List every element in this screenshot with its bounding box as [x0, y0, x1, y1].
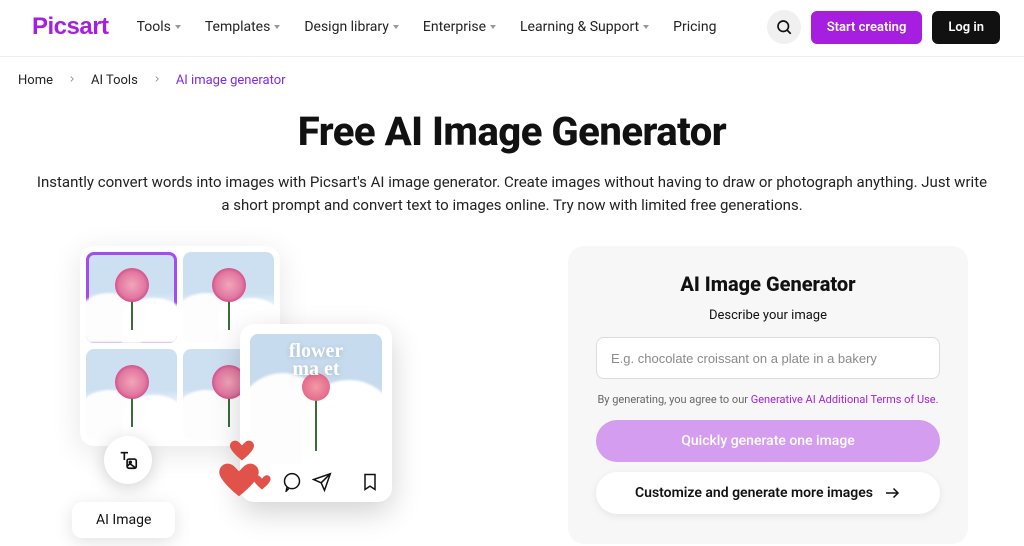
- demo-illustration: flower ma et AI Image: [80, 246, 480, 546]
- nav-tools[interactable]: Tools: [137, 19, 181, 35]
- heart-icon: [216, 456, 262, 502]
- terms-link[interactable]: Generative AI Additional Terms of Use.: [751, 393, 939, 406]
- top-nav: Picsart Tools Templates Design library E…: [0, 0, 1024, 57]
- start-creating-button[interactable]: Start creating: [811, 11, 923, 44]
- arrow-right-icon: [883, 484, 901, 502]
- content-row: flower ma et AI Image AI Image Generator…: [0, 216, 1024, 546]
- page-title: Free AI Image Generator: [24, 108, 1000, 155]
- chevron-down-icon: [393, 25, 399, 29]
- share-icon[interactable]: [312, 472, 332, 492]
- nav-templates[interactable]: Templates: [205, 19, 281, 35]
- customize-generate-button[interactable]: Customize and generate more images: [596, 472, 940, 514]
- social-image: flower ma et: [250, 334, 382, 464]
- nav-label: Learning & Support: [520, 19, 639, 35]
- hero: Free AI Image Generator Instantly conver…: [0, 108, 1024, 216]
- chevron-right-icon: [152, 73, 162, 88]
- search-icon: [775, 18, 793, 36]
- overlay-text: flower ma et: [250, 342, 382, 379]
- ai-image-pill[interactable]: AI Image: [72, 502, 175, 538]
- nav-learning-support[interactable]: Learning & Support: [520, 19, 649, 35]
- main-nav: Tools Templates Design library Enterpris…: [137, 19, 739, 35]
- thumbnail-3[interactable]: [86, 349, 177, 440]
- text-to-image-icon: [117, 449, 139, 471]
- breadcrumb: Home AI Tools AI image generator: [0, 57, 1024, 104]
- chevron-down-icon: [643, 25, 649, 29]
- social-preview-card: flower ma et: [240, 324, 392, 502]
- chevron-right-icon: [67, 73, 77, 88]
- page-subtitle: Instantly convert words into images with…: [32, 171, 992, 216]
- breadcrumb-current: AI image generator: [176, 73, 286, 88]
- terms-text: By generating, you agree to our Generati…: [596, 393, 940, 406]
- generator-panel: AI Image Generator Describe your image B…: [568, 246, 968, 544]
- chevron-down-icon: [175, 25, 181, 29]
- breadcrumb-home[interactable]: Home: [18, 73, 53, 88]
- search-button[interactable]: [767, 10, 801, 44]
- nav-label: Tools: [137, 19, 171, 35]
- chevron-down-icon: [274, 25, 280, 29]
- text-to-image-button[interactable]: [104, 436, 152, 484]
- nav-label: Design library: [304, 19, 389, 35]
- comment-icon[interactable]: [282, 472, 302, 492]
- thumbnail-1[interactable]: [86, 252, 177, 343]
- log-in-button[interactable]: Log in: [932, 11, 1000, 44]
- quick-generate-button[interactable]: Quickly generate one image: [596, 420, 940, 462]
- breadcrumb-ai-tools[interactable]: AI Tools: [91, 73, 138, 88]
- panel-title: AI Image Generator: [596, 272, 940, 296]
- prompt-input[interactable]: [596, 337, 940, 379]
- nav-label: Pricing: [673, 19, 716, 35]
- customize-label: Customize and generate more images: [635, 485, 873, 501]
- nav-enterprise[interactable]: Enterprise: [423, 19, 496, 35]
- chevron-down-icon: [490, 25, 496, 29]
- bookmark-icon[interactable]: [360, 472, 380, 492]
- nav-design-library[interactable]: Design library: [304, 19, 399, 35]
- nav-pricing[interactable]: Pricing: [673, 19, 716, 35]
- header-actions: Start creating Log in: [767, 10, 1000, 44]
- panel-subtitle: Describe your image: [596, 308, 940, 323]
- social-action-row: [250, 464, 382, 492]
- logo[interactable]: Picsart: [32, 13, 109, 41]
- nav-label: Templates: [205, 19, 271, 35]
- nav-label: Enterprise: [423, 19, 486, 35]
